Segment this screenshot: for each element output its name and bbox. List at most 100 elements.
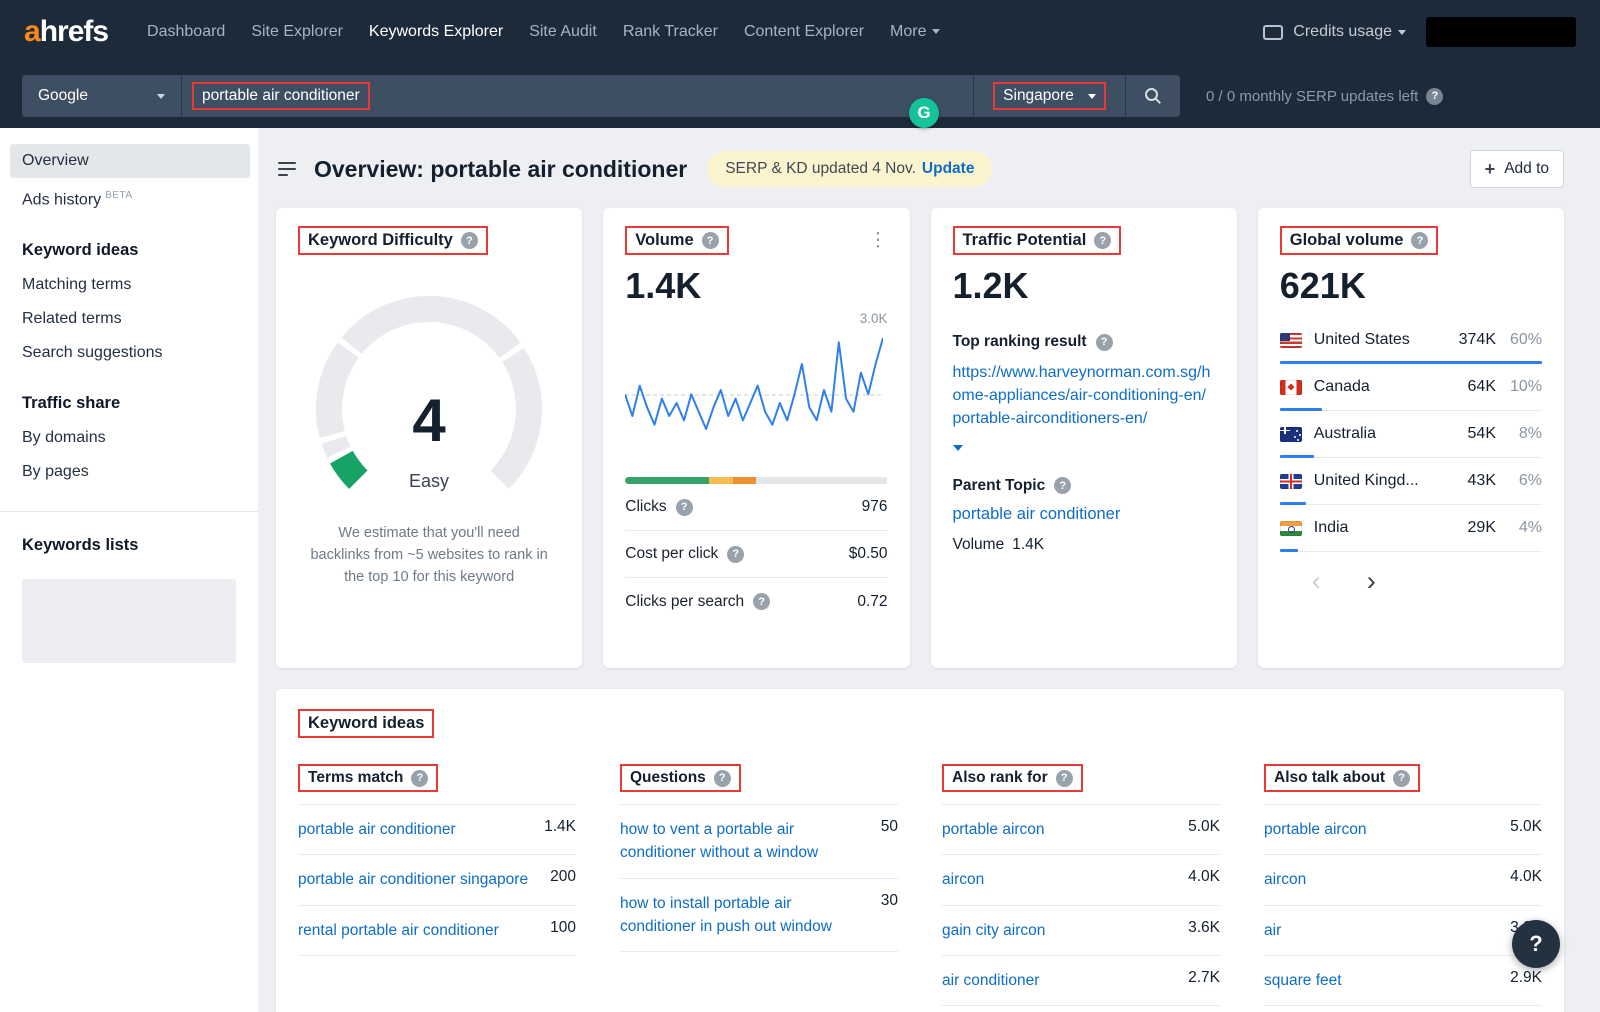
keyword-link[interactable]: portable air conditioner — [298, 818, 544, 841]
volume-annotation-box: Volume ? — [625, 226, 729, 255]
country-name: Australia — [1313, 425, 1376, 442]
ads-history-label: Ads history — [22, 191, 102, 209]
update-link[interactable]: Update — [922, 160, 975, 178]
add-to-button[interactable]: + Add to — [1469, 150, 1564, 188]
serp-updates-status: 0 / 0 monthly SERP updates left ? — [1206, 87, 1444, 105]
keyword-volume: 2.9K — [1510, 968, 1542, 986]
card-menu-icon[interactable]: ⋮ — [869, 231, 888, 250]
sidebar-item-matching-terms[interactable]: Matching terms — [0, 268, 258, 302]
help-icon[interactable]: ? — [727, 545, 745, 563]
sidebar-item-related-terms[interactable]: Related terms — [0, 302, 258, 336]
serp-update-note: SERP & KD updated 4 Nov. — [725, 160, 916, 177]
keyword-row: aircon 4.0K — [942, 855, 1220, 906]
australia-flag-icon — [1279, 426, 1302, 442]
nav-site-explorer[interactable]: Site Explorer — [251, 23, 343, 41]
cost-per-click-row: Cost per click ? $0.50 — [625, 531, 888, 578]
help-icon[interactable]: ? — [460, 232, 478, 249]
keyword-link[interactable]: air — [1264, 919, 1510, 942]
keyword-row: portable aircon 5.0K — [1264, 805, 1542, 856]
sidebar-item-by-domains[interactable]: By domains — [0, 421, 258, 455]
keyword-volume: 200 — [550, 868, 576, 886]
keyword-link[interactable]: portable aircon — [942, 818, 1188, 841]
sidebar-header-keywords-lists: Keywords lists — [22, 536, 139, 555]
nav-rank-tracker[interactable]: Rank Tracker — [623, 23, 718, 41]
also-talk-about-column: Also talk about ? portable aircon 5.0K a… — [1264, 764, 1542, 1006]
nav-keywords-explorer[interactable]: Keywords Explorer — [369, 23, 503, 41]
keyword-link[interactable]: square feet — [1264, 969, 1510, 992]
india-flag-icon — [1279, 520, 1302, 536]
country-name: India — [1313, 519, 1349, 536]
keyword-search-input[interactable]: portable air conditioner G — [182, 75, 974, 128]
sidebar-item-ads-history[interactable]: Ads history BETA — [0, 182, 258, 217]
help-icon[interactable]: ? — [701, 232, 719, 249]
parent-volume-label: Volume — [952, 535, 1005, 553]
country-select[interactable]: Singapore — [974, 75, 1126, 117]
help-icon[interactable]: ? — [1095, 333, 1113, 351]
search-query-value: portable air conditioner — [202, 87, 360, 104]
next-page-icon[interactable]: › — [1367, 568, 1376, 595]
parent-topic-text: Parent Topic — [952, 476, 1046, 494]
parent-topic-link[interactable]: portable air conditioner — [953, 505, 1121, 524]
help-icon[interactable]: ? — [1411, 232, 1429, 249]
keyword-link[interactable]: how to install portable air conditioner … — [620, 892, 881, 939]
keyword-row: square feet 2.9K — [1264, 956, 1542, 1006]
kd-value: 4 — [412, 387, 446, 454]
keyword-link[interactable]: how to vent a portable air conditioner w… — [620, 818, 881, 865]
nav-more-label: More — [890, 23, 927, 40]
metric-value: 0.72 — [857, 592, 888, 610]
help-icon[interactable]: ? — [1393, 769, 1411, 787]
keyword-link[interactable]: aircon — [1264, 868, 1510, 891]
keyword-volume: 1.4K — [544, 818, 576, 835]
toggle-sidebar-icon[interactable] — [278, 162, 296, 176]
keyword-volume: 4.0K — [1188, 868, 1220, 886]
grammarly-icon[interactable]: G — [909, 98, 939, 128]
keyword-row: aircon 4.0K — [1264, 855, 1542, 906]
keyword-volume: 100 — [550, 918, 576, 936]
parent-volume-value: 1.4K — [1012, 535, 1045, 553]
help-icon[interactable]: ? — [411, 769, 429, 787]
help-icon[interactable]: ? — [1054, 477, 1072, 495]
keyword-link[interactable]: gain city aircon — [942, 919, 1188, 942]
sidebar-item-overview[interactable]: Overview — [10, 144, 250, 178]
traffic-potential-value: 1.2K — [952, 265, 1029, 306]
clicks-per-search-row: Clicks per search ? 0.72 — [625, 578, 888, 625]
search-submit-button[interactable] — [1126, 75, 1180, 117]
display-icon[interactable] — [1263, 24, 1284, 40]
expand-result-icon[interactable] — [952, 444, 963, 451]
top-ranking-url-link[interactable]: https://www.harveynorman.com.sg/home-app… — [953, 361, 1215, 431]
help-icon[interactable]: ? — [1426, 87, 1444, 105]
sidebar-item-by-pages[interactable]: By pages — [0, 455, 258, 489]
chevron-down-icon[interactable] — [1398, 29, 1406, 35]
uk-flag-icon — [1279, 473, 1302, 489]
nav-dashboard[interactable]: Dashboard — [147, 23, 225, 41]
help-icon[interactable]: ? — [713, 769, 731, 787]
credits-usage-label[interactable]: Credits usage — [1293, 23, 1392, 41]
terms-match-annotation-box: Terms match ? — [298, 764, 439, 792]
help-icon[interactable]: ? — [753, 593, 771, 610]
country-volume: 43K — [1467, 472, 1496, 489]
keyword-link[interactable]: rental portable air conditioner — [298, 919, 550, 942]
help-fab-button[interactable]: ? — [1512, 920, 1560, 968]
traffic-potential-card: Traffic Potential ? 1.2K Top ranking res… — [930, 208, 1237, 668]
nav-more[interactable]: More — [890, 23, 941, 41]
nav-content-explorer[interactable]: Content Explorer — [744, 23, 864, 41]
help-icon[interactable]: ? — [1055, 769, 1073, 787]
logo-a: a — [24, 15, 41, 48]
search-engine-select[interactable]: Google — [22, 75, 182, 117]
parent-topic-label: Parent Topic ? — [953, 477, 1215, 495]
prev-page-icon[interactable]: ‹ — [1312, 568, 1321, 595]
keyword-volume: 5.0K — [1188, 818, 1220, 835]
keyword-link[interactable]: air conditioner — [942, 969, 1188, 992]
ahrefs-logo[interactable]: ahrefs — [24, 15, 109, 49]
sidebar-item-search-suggestions[interactable]: Search suggestions — [0, 336, 258, 370]
keyword-link[interactable]: aircon — [942, 868, 1188, 891]
keyword-row: how to install portable air conditioner … — [620, 879, 898, 952]
keyword-link[interactable]: portable aircon — [1264, 818, 1510, 841]
help-icon[interactable]: ? — [1094, 232, 1112, 249]
keyword-row: portable air conditioner 1.4K — [298, 805, 576, 856]
country-share: 4% — [1518, 519, 1542, 536]
help-icon[interactable]: ? — [675, 498, 693, 516]
country-volume: 64K — [1467, 378, 1496, 395]
keyword-link[interactable]: portable air conditioner singapore — [298, 868, 550, 891]
nav-site-audit[interactable]: Site Audit — [529, 23, 597, 41]
